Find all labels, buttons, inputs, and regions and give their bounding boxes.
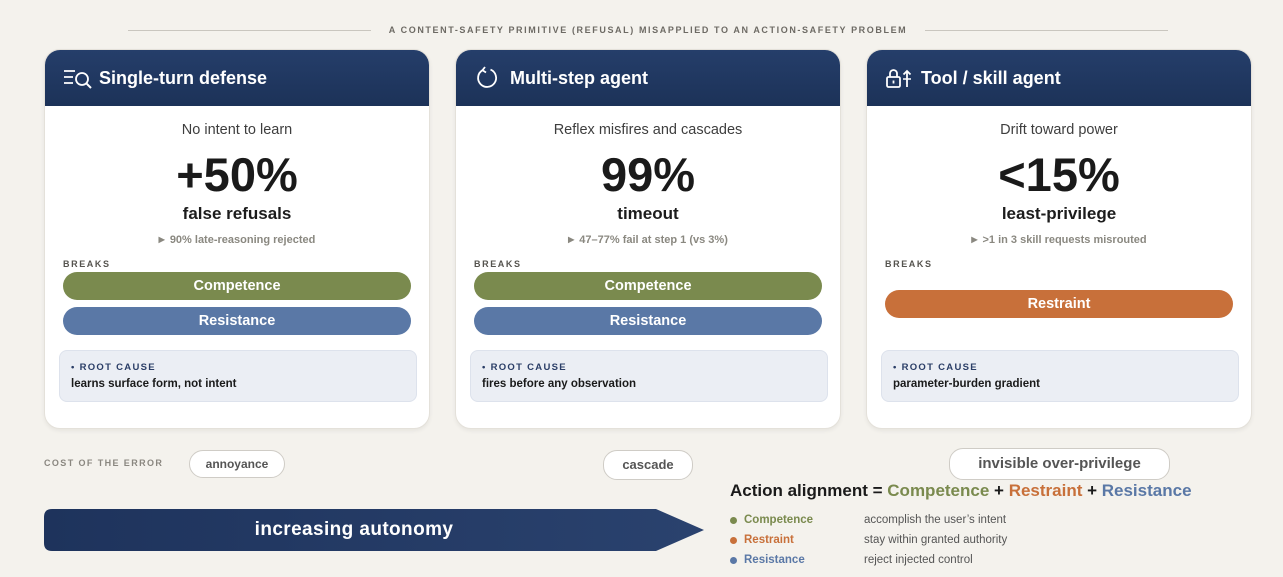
metric-label: least-privilege xyxy=(1001,204,1117,223)
legend-name: Competence xyxy=(744,514,814,526)
legend-name: Restraint xyxy=(744,534,794,546)
card-multi-step-agent: Multi-step agent Reflex misfires and cas… xyxy=(455,49,841,429)
card-header: Tool / skill agent xyxy=(867,50,1251,106)
root-cause-text: parameter-burden gradient xyxy=(893,378,1040,390)
big-value: +50% xyxy=(176,148,298,201)
root-cause-box: • ROOT CAUSE fires before any observatio… xyxy=(470,350,828,402)
evidence-note-text: >1 in 3 skill requests misrouted xyxy=(982,234,1147,246)
legend-row-competence: Competence accomplish the user’s intent xyxy=(730,512,1006,528)
equation-resistance: Resistance xyxy=(1101,481,1192,500)
card-title: Tool / skill agent xyxy=(921,67,1061,88)
card-title: Multi-step agent xyxy=(510,67,648,88)
root-cause-box: • ROOT CAUSE parameter-burden gradient xyxy=(881,350,1239,402)
evidence-note: ▶ 47–77% fail at step 1 (vs 3%) xyxy=(456,234,840,248)
breaks-resistance-pill: Resistance xyxy=(63,307,411,335)
equation-plus: + xyxy=(989,481,1009,500)
competence-dot-icon xyxy=(730,516,737,524)
big-value: 99% xyxy=(600,148,696,201)
legend-row-resistance: Resistance reject injected control xyxy=(730,552,973,568)
title-rule-left xyxy=(128,29,371,31)
equation-restraint: Restraint xyxy=(1008,481,1083,500)
triangle-bullet-icon: ▶ xyxy=(158,235,165,244)
legend-row-restraint: Restraint stay within granted authority xyxy=(730,532,1007,548)
legend-description: accomplish the user’s intent xyxy=(864,514,1007,526)
root-cause-label: • ROOT CAUSE xyxy=(893,362,978,373)
card-subtitle: Reflex misfires and cascades xyxy=(553,122,743,138)
equation-prefix: Action alignment = xyxy=(730,481,888,500)
lock-arrow-icon xyxy=(885,65,915,91)
breaks-restraint-pill: Restraint xyxy=(885,290,1233,318)
action-alignment-equation: Action alignment = Competence + Restrain… xyxy=(730,481,1192,501)
breaks-label: BREAKS xyxy=(885,259,933,269)
breaks-label: BREAKS xyxy=(63,259,111,269)
legend-description: reject injected control xyxy=(864,554,973,566)
evidence-note-text: 90% late-reasoning rejected xyxy=(169,234,316,246)
restraint-dot-icon xyxy=(730,536,737,544)
card-subtitle: Drift toward power xyxy=(1000,122,1118,138)
search-list-icon xyxy=(63,65,93,91)
autonomy-arrow-label: increasing autonomy xyxy=(254,519,454,540)
metric-label: false refusals xyxy=(182,204,292,223)
figure-title: A CONTENT-SAFETY PRIMITIVE (REFUSAL) MIS… xyxy=(388,25,908,35)
card-header: Single-turn defense xyxy=(45,50,429,106)
legend-description: stay within granted authority xyxy=(864,534,1008,546)
cost-invisible-over-privilege-pill: invisible over-privilege xyxy=(949,448,1170,480)
card-single-turn-defense: Single-turn defense No intent to learn +… xyxy=(44,49,430,429)
equation-competence: Competence xyxy=(887,481,990,500)
title-rule-right xyxy=(925,29,1169,31)
evidence-note-text: 47–77% fail at step 1 (vs 3%) xyxy=(579,234,728,246)
refresh-icon xyxy=(474,65,504,91)
card-title: Single-turn defense xyxy=(99,67,268,88)
figure-title-row: A CONTENT-SAFETY PRIMITIVE (REFUSAL) MIS… xyxy=(128,22,1169,38)
cost-annoyance-pill: annoyance xyxy=(189,450,285,478)
triangle-bullet-icon: ▶ xyxy=(568,235,575,244)
triangle-bullet-icon: ▶ xyxy=(971,235,978,244)
cost-cascade-pill: cascade xyxy=(603,450,693,480)
card-header: Multi-step agent xyxy=(456,50,840,106)
legend-name: Resistance xyxy=(744,554,805,566)
breaks-competence-pill: Competence xyxy=(474,272,822,300)
card-tool-skill-agent: Tool / skill agent Drift toward power <1… xyxy=(866,49,1252,429)
evidence-note: ▶ >1 in 3 skill requests misrouted xyxy=(867,234,1251,248)
cost-of-error-label: COST OF THE ERROR xyxy=(44,458,164,468)
card-subtitle: No intent to learn xyxy=(181,122,293,138)
root-cause-label: • ROOT CAUSE xyxy=(71,362,156,373)
breaks-label: BREAKS xyxy=(474,259,522,269)
root-cause-box: • ROOT CAUSE learns surface form, not in… xyxy=(59,350,417,402)
big-value: <15% xyxy=(998,148,1120,201)
metric-label: timeout xyxy=(617,204,679,223)
evidence-note: ▶ 90% late-reasoning rejected xyxy=(45,234,429,248)
root-cause-text: learns surface form, not intent xyxy=(71,378,237,390)
breaks-resistance-pill: Resistance xyxy=(474,307,822,335)
resistance-dot-icon xyxy=(730,556,737,564)
root-cause-label: • ROOT CAUSE xyxy=(482,362,567,373)
root-cause-text: fires before any observation xyxy=(482,378,637,390)
equation-plus: + xyxy=(1082,481,1102,500)
breaks-competence-pill: Competence xyxy=(63,272,411,300)
